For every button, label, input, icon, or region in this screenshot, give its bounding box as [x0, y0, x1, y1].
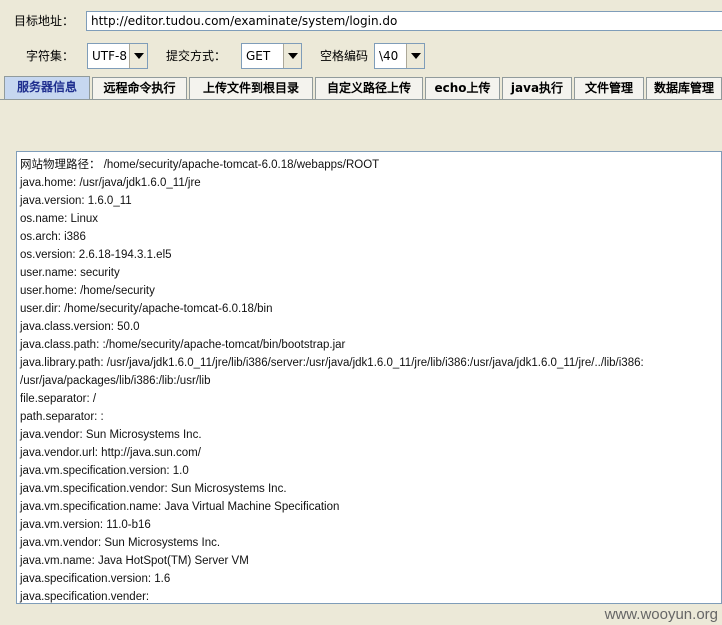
output-line: java.version: 1.6.0_11	[20, 195, 132, 207]
tab-bar: 服务器信息 远程命令执行 上传文件到根目录 自定义路径上传 echo上传 jav…	[0, 76, 722, 100]
space-encoding-label: 空格编码	[320, 49, 369, 63]
method-select[interactable]: GET	[241, 43, 302, 69]
charset-label: 字符集：	[26, 49, 75, 63]
tab-java-exec[interactable]: java执行	[502, 77, 572, 99]
output-line: user.home: /home/security	[20, 285, 155, 297]
space-encoding-select[interactable]: \40	[374, 43, 425, 69]
tab-custom-path-upload[interactable]: 自定义路径上传	[315, 77, 423, 99]
space-encoding-dropdown-button[interactable]	[406, 44, 424, 68]
output-line: os.name: Linux	[20, 213, 98, 225]
output-line: 网站物理路径： /home/security/apache-tomcat-6.0…	[20, 159, 380, 171]
output-line: user.name: security	[20, 267, 120, 279]
output-line: java.home: /usr/java/jdk1.6.0_11/jre	[20, 177, 201, 189]
output-line: java.specification.version: 1.6	[20, 573, 171, 585]
output-line: path.separator: :	[20, 411, 104, 423]
charset-select[interactable]: UTF-8	[87, 43, 148, 69]
output-line: user.dir: /home/security/apache-tomcat-6…	[20, 303, 273, 315]
output-line: java.library.path: /usr/java/jdk1.6.0_11…	[20, 357, 644, 369]
tab-database-manager[interactable]: 数据库管理	[646, 77, 722, 99]
output-line: java.class.path: :/home/security/apache-…	[20, 339, 346, 351]
output-line: java.vendor: Sun Microsystems Inc.	[20, 429, 202, 441]
output-line: os.arch: i386	[20, 231, 86, 243]
output-line: os.version: 2.6.18-194.3.1.el5	[20, 249, 172, 261]
output-line: java.vm.version: 11.0-b16	[20, 519, 151, 531]
tab-server-info[interactable]: 服务器信息	[4, 76, 90, 100]
tab-toolbar-area	[4, 100, 722, 148]
tab-remote-command[interactable]: 远程命令执行	[92, 77, 187, 99]
target-url-input[interactable]: http://editor.tudou.com/examinate/system…	[86, 11, 722, 31]
options-row: 字符集： UTF-8 提交方式： GET 空格编码 \40	[0, 42, 722, 70]
output-line: java.class.version: 50.0	[20, 321, 140, 333]
method-dropdown-button[interactable]	[283, 44, 301, 68]
output-line: java.vm.specification.version: 1.0	[20, 465, 189, 477]
output-line: /usr/java/packages/lib/i386:/lib:/usr/li…	[20, 375, 211, 387]
tab-echo-upload[interactable]: echo上传	[425, 77, 500, 99]
target-url-label: 目标地址：	[14, 14, 75, 28]
charset-dropdown-button[interactable]	[129, 44, 147, 68]
watermark: www.wooyun.org	[604, 606, 718, 623]
target-row: 目标地址： http://editor.tudou.com/examinate/…	[0, 8, 722, 34]
chevron-down-icon	[134, 53, 144, 59]
output-line: java.vm.specification.vendor: Sun Micros…	[20, 483, 287, 495]
method-value: GET	[246, 49, 271, 63]
method-label: 提交方式：	[166, 49, 227, 63]
chevron-down-icon	[288, 53, 298, 59]
output-line: java.vm.vendor: Sun Microsystems Inc.	[20, 537, 221, 549]
space-encoding-value: \40	[379, 49, 399, 63]
output-line: java.vm.specification.name: Java Virtual…	[20, 501, 340, 513]
tab-file-manager[interactable]: 文件管理	[574, 77, 644, 99]
tab-upload-to-root[interactable]: 上传文件到根目录	[189, 77, 313, 99]
output-line: file.separator: /	[20, 393, 97, 405]
chevron-down-icon	[411, 53, 421, 59]
charset-value: UTF-8	[92, 49, 127, 63]
output-line: java.vendor.url: http://java.sun.com/	[20, 447, 201, 459]
output-line: java.specification.vender:	[20, 591, 150, 603]
server-info-output[interactable]: 网站物理路径： /home/security/apache-tomcat-6.0…	[16, 151, 722, 604]
output-line: java.vm.name: Java HotSpot(TM) Server VM	[20, 555, 249, 567]
